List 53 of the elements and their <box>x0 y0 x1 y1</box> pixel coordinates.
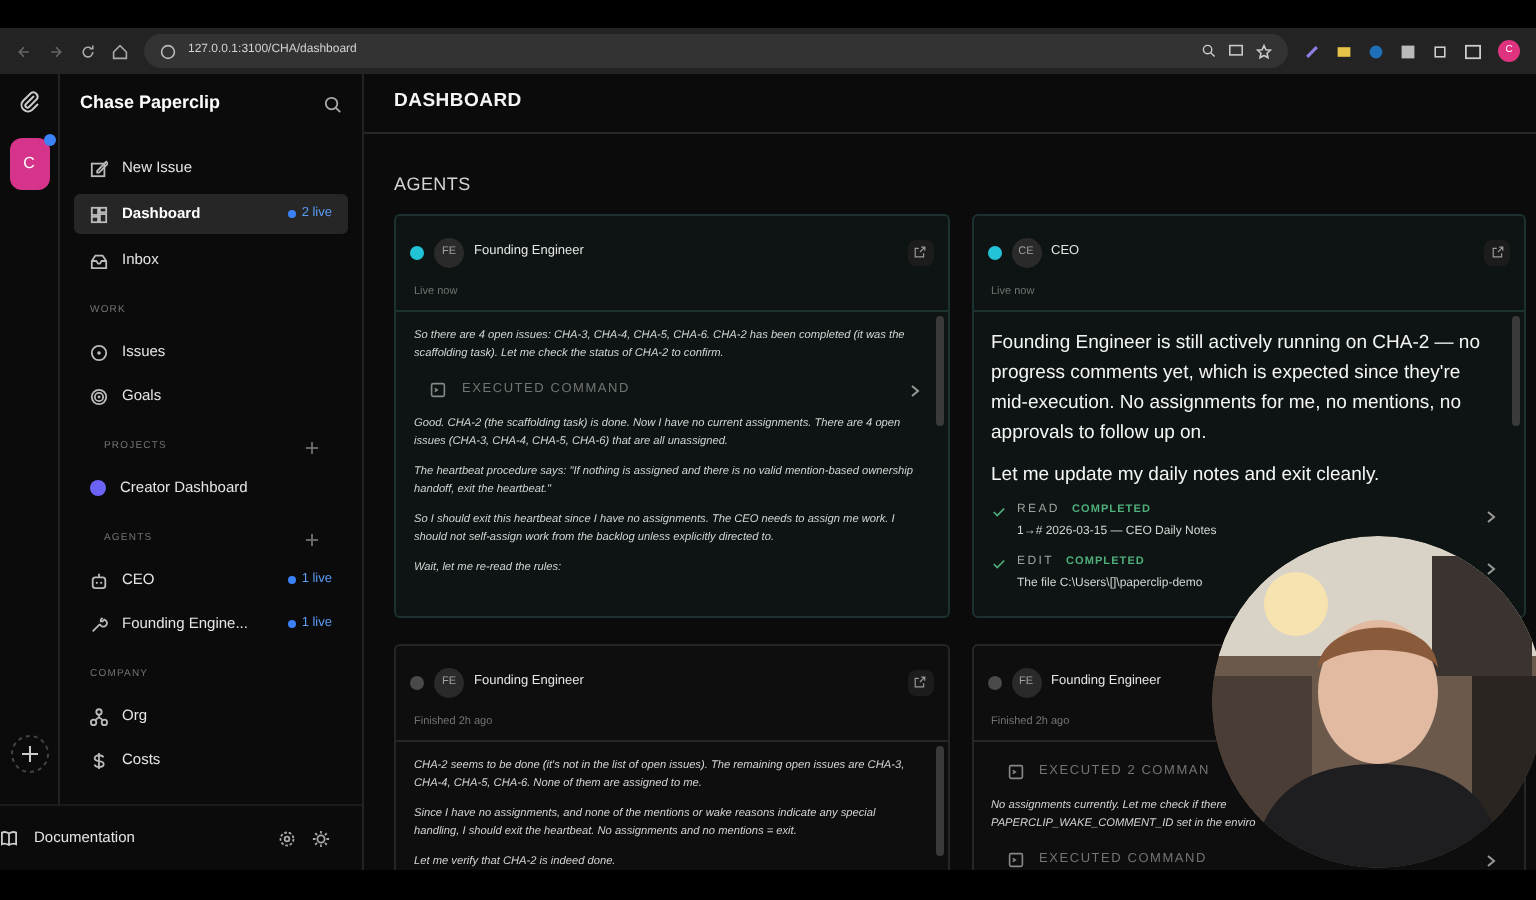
page-title: DASHBOARD <box>394 88 522 117</box>
note-extension-icon[interactable] <box>1336 43 1352 59</box>
circle-extension-icon[interactable] <box>1368 43 1384 59</box>
site-info-icon <box>160 43 176 59</box>
terminal-icon <box>1007 764 1023 780</box>
company-name: Chase Paperclip <box>80 90 221 117</box>
add-icon[interactable] <box>306 442 318 454</box>
open-external-button[interactable] <box>907 239 933 265</box>
scrollbar-thumb[interactable] <box>935 746 943 856</box>
inbox-icon <box>90 251 108 269</box>
message-text: Let me update my daily notes and exit cleanly. <box>991 462 1382 490</box>
section-heading: AGENTS <box>394 174 471 194</box>
external-link-icon <box>914 676 926 688</box>
scrollbar-thumb[interactable] <box>1512 316 1520 426</box>
sun-icon[interactable] <box>312 829 330 847</box>
circle-dot-icon <box>90 343 108 361</box>
book-icon <box>0 830 18 846</box>
open-external-button[interactable] <box>1484 239 1510 265</box>
external-link-icon <box>914 246 926 258</box>
zoom-icon[interactable] <box>1202 44 1216 58</box>
search-icon[interactable] <box>324 95 342 113</box>
external-link-icon <box>1491 246 1503 258</box>
forward-icon[interactable] <box>48 43 64 59</box>
check-icon <box>991 506 1005 518</box>
dashboard-grid-icon <box>90 205 108 223</box>
bookmark-star-icon[interactable] <box>1256 43 1272 59</box>
dollar-icon <box>90 751 108 769</box>
message-text: Founding Engineer is still actively running on CHA-2 — no progress comments yet, which is expected since they're mid-execution. No assignments for me, no mentions, no approvals to follow up on. <box>991 330 1482 448</box>
chevron-right-icon[interactable] <box>1486 853 1496 867</box>
settings-icon[interactable] <box>278 829 296 847</box>
add-company-icon[interactable] <box>9 734 49 774</box>
org-chart-icon <box>90 707 108 725</box>
open-external-button[interactable] <box>907 669 933 695</box>
pencil-square-icon <box>90 159 108 177</box>
home-icon[interactable] <box>112 43 128 59</box>
terminal-icon <box>1007 852 1023 868</box>
wrench-icon <box>90 615 108 633</box>
chevron-right-icon[interactable] <box>1486 562 1496 576</box>
square-extension-icon[interactable] <box>1400 43 1416 59</box>
target-icon <box>90 387 108 405</box>
chevron-right-icon[interactable] <box>909 383 919 397</box>
side-panel-icon[interactable] <box>1464 43 1482 59</box>
scrollbar-thumb[interactable] <box>935 316 943 426</box>
terminal-icon <box>430 382 446 398</box>
check-icon <box>991 558 1005 570</box>
pen-extension-icon[interactable] <box>1304 43 1320 59</box>
chevron-right-icon[interactable] <box>1486 510 1496 524</box>
back-icon[interactable] <box>16 43 32 59</box>
paperclip-icon[interactable] <box>17 90 41 114</box>
add-icon[interactable] <box>306 534 318 546</box>
company-avatar[interactable]: C <box>9 138 49 190</box>
robot-icon <box>90 571 108 589</box>
reload-icon[interactable] <box>80 43 96 59</box>
